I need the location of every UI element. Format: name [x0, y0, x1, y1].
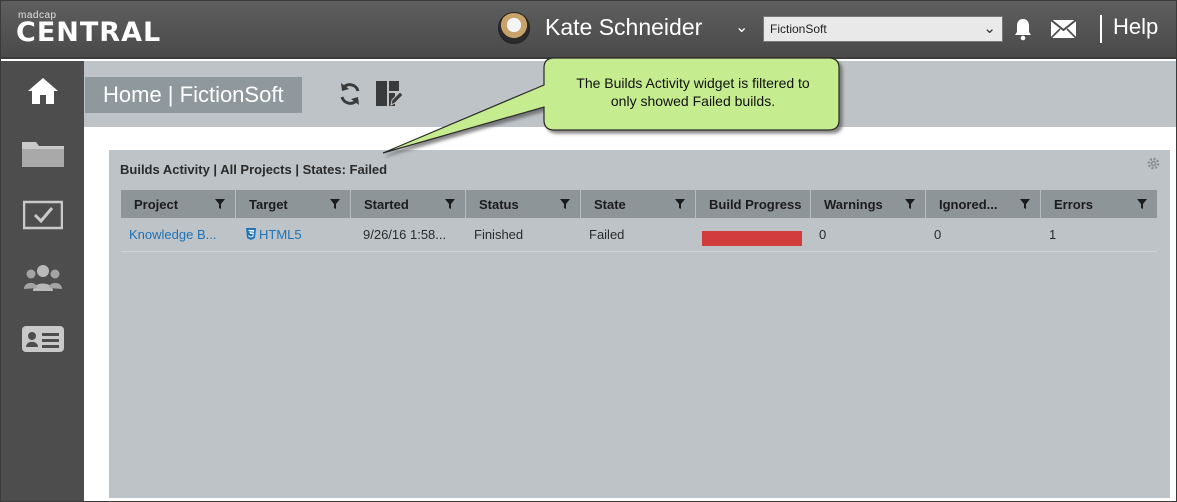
column-header-project[interactable]: Project [121, 190, 236, 218]
id-card-icon [21, 326, 64, 352]
tasks-icon [22, 200, 63, 230]
help-link[interactable]: Help [1113, 14, 1158, 40]
html5-icon [246, 228, 256, 240]
column-header-warnings[interactable]: Warnings [811, 190, 926, 218]
app-window: madcap CENTRAL Kate Schneider ⌄ FictionS… [0, 0, 1177, 502]
column-header-started[interactable]: Started [351, 190, 466, 218]
column-header-build-progress[interactable]: Build Progress [696, 190, 811, 218]
filter-icon[interactable] [675, 199, 685, 209]
target-link[interactable]: HTML5 [236, 218, 351, 252]
ignored-cell: 0 [934, 227, 942, 242]
filter-icon[interactable] [560, 199, 570, 209]
sidebar-item-profile[interactable] [1, 309, 84, 369]
avatar[interactable] [498, 12, 530, 44]
builds-activity-widget: Builds Activity | All Projects | States:… [109, 150, 1170, 498]
chevron-down-icon[interactable]: ⌄ [735, 17, 748, 37]
column-header-target[interactable]: Target [236, 190, 351, 218]
filter-icon[interactable] [330, 199, 340, 209]
mail-icon[interactable] [1050, 19, 1077, 39]
build-progress-bar [702, 231, 802, 246]
column-header-status[interactable]: Status [466, 190, 581, 218]
sidebar [1, 61, 84, 501]
users-icon [23, 265, 62, 291]
warnings-cell: 0 [819, 227, 827, 242]
widget-title: Builds Activity | All Projects | States:… [120, 162, 388, 177]
sidebar-item-home[interactable] [1, 61, 84, 121]
license-select-value: FictionSoft [770, 22, 827, 36]
filter-icon[interactable] [1137, 199, 1147, 209]
filter-icon[interactable] [215, 199, 225, 209]
gear-icon[interactable] [1147, 157, 1160, 170]
filter-icon[interactable] [905, 199, 915, 209]
bell-icon[interactable] [1013, 17, 1033, 41]
status-cell: Finished [474, 227, 524, 242]
license-select[interactable]: FictionSoft ⌄ [763, 16, 1003, 42]
column-header-errors[interactable]: Errors [1041, 190, 1157, 218]
refresh-icon[interactable] [338, 81, 362, 107]
table-row[interactable]: Knowledge B... HTML5 9/26/16 1:58... Fin… [121, 218, 1157, 252]
header-divider [1100, 15, 1102, 43]
column-header-state[interactable]: State [581, 190, 696, 218]
column-header-ignored[interactable]: Ignored... [926, 190, 1041, 218]
started-cell: 9/26/16 1:58... [363, 227, 447, 242]
table-header: Project Target Started Status State Buil… [121, 190, 1157, 218]
folder-icon [21, 142, 64, 167]
errors-cell: 1 [1049, 227, 1057, 242]
sidebar-item-users[interactable] [1, 247, 84, 307]
sidebar-item-projects[interactable] [1, 123, 84, 183]
top-bar: madcap CENTRAL Kate Schneider ⌄ FictionS… [1, 1, 1176, 59]
build-progress-cell [696, 218, 811, 252]
builds-table: Project Target Started Status State Buil… [121, 190, 1157, 252]
sidebar-item-tasks[interactable] [1, 185, 84, 245]
user-name[interactable]: Kate Schneider [545, 14, 702, 41]
brand-logo[interactable]: CENTRAL [16, 17, 161, 48]
filter-icon[interactable] [1020, 199, 1030, 209]
state-cell: Failed [589, 227, 625, 242]
callout-text: The Builds Activity widget is filtered t… [576, 75, 810, 109]
filter-icon[interactable] [445, 199, 455, 209]
chevron-down-icon: ⌄ [983, 20, 996, 37]
project-link[interactable]: Knowledge B... [121, 218, 236, 252]
home-icon [27, 78, 58, 104]
edit-layout-icon[interactable] [374, 80, 402, 108]
breadcrumb: Home | FictionSoft [85, 77, 302, 113]
